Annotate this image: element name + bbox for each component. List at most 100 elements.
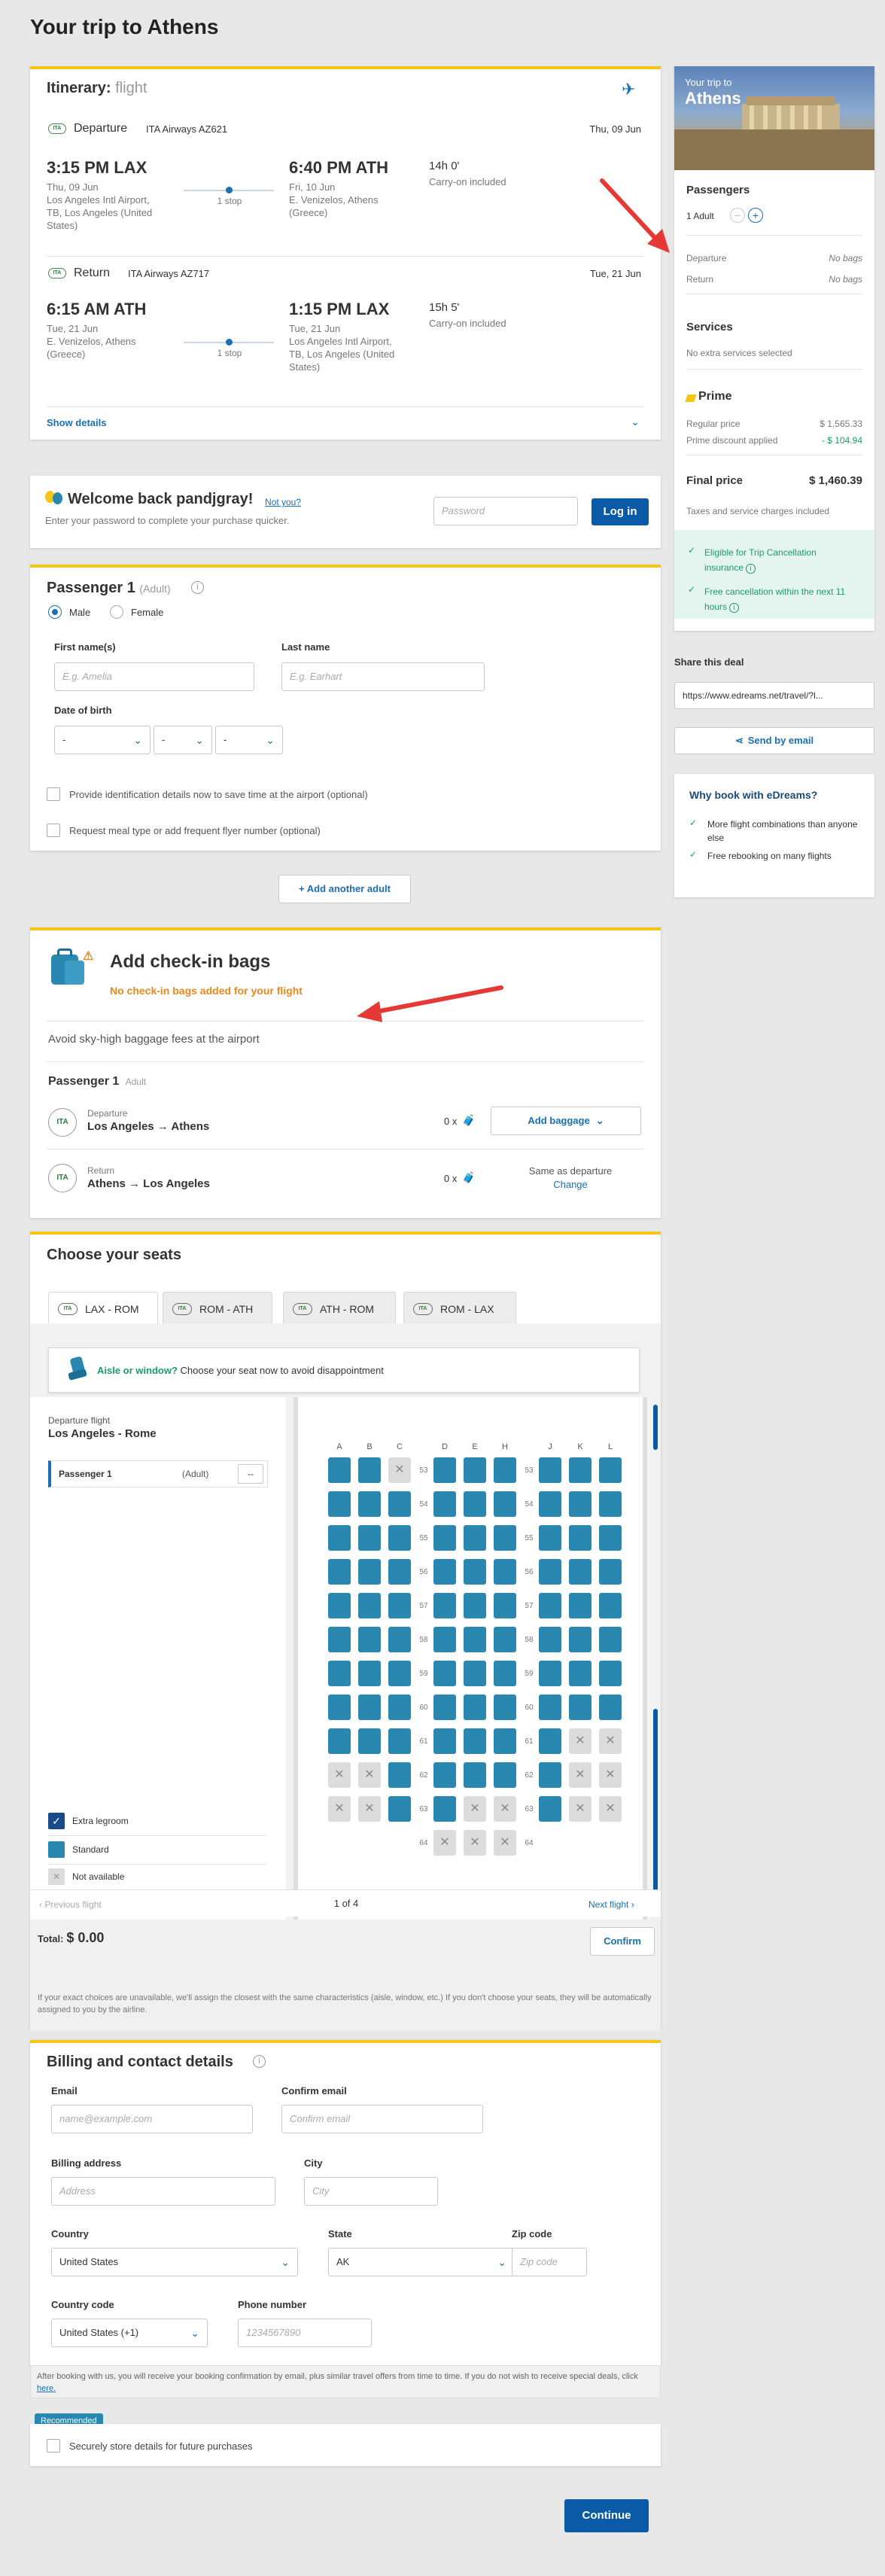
seat-available[interactable] bbox=[358, 1525, 381, 1551]
seat-available[interactable] bbox=[494, 1593, 516, 1618]
seat-available[interactable] bbox=[433, 1627, 456, 1652]
dob-month-select[interactable]: - ⌄ bbox=[154, 726, 212, 754]
last-name-input[interactable]: E.g. Earhart bbox=[281, 662, 485, 691]
seat-available[interactable] bbox=[388, 1762, 411, 1788]
seat-available[interactable] bbox=[358, 1627, 381, 1652]
seat-available[interactable] bbox=[539, 1457, 561, 1483]
seat-available[interactable] bbox=[494, 1762, 516, 1788]
seat-available[interactable] bbox=[494, 1728, 516, 1754]
chevron-down-icon[interactable]: ⌄ bbox=[631, 416, 640, 428]
id-details-checkbox[interactable] bbox=[47, 787, 60, 801]
share-url-input[interactable]: https://www.edreams.net/travel/?l... bbox=[674, 682, 874, 709]
minus-icon[interactable]: − bbox=[730, 208, 745, 223]
seat-available[interactable] bbox=[358, 1728, 381, 1754]
seat-available[interactable] bbox=[464, 1525, 486, 1551]
seat-available[interactable] bbox=[388, 1661, 411, 1686]
tab-lax-rom[interactable]: ITA LAX - ROM bbox=[48, 1292, 158, 1325]
tab-rom-ath[interactable]: ITA ROM - ATH bbox=[163, 1292, 272, 1325]
seat-available[interactable] bbox=[539, 1491, 561, 1517]
seat-available[interactable] bbox=[433, 1593, 456, 1618]
plus-icon[interactable]: + bbox=[748, 208, 763, 223]
prev-flight-link[interactable]: ‹ Previous flight bbox=[39, 1899, 102, 1910]
seat-available[interactable] bbox=[433, 1762, 456, 1788]
scrollbar[interactable] bbox=[653, 1709, 658, 1912]
country-select[interactable]: United States ⌄ bbox=[51, 2248, 298, 2276]
seat-available[interactable] bbox=[494, 1661, 516, 1686]
seat-available[interactable] bbox=[433, 1559, 456, 1585]
password-input[interactable]: Password bbox=[433, 497, 578, 525]
seat-available[interactable] bbox=[539, 1728, 561, 1754]
state-select[interactable]: AK ⌄ bbox=[328, 2248, 515, 2276]
seat-available[interactable] bbox=[388, 1525, 411, 1551]
tab-rom-lax[interactable]: ITA ROM - LAX bbox=[403, 1292, 516, 1325]
login-button[interactable]: Log in bbox=[592, 498, 649, 525]
seat-available[interactable] bbox=[328, 1627, 351, 1652]
meal-checkbox[interactable] bbox=[47, 824, 60, 837]
seat-available[interactable] bbox=[494, 1491, 516, 1517]
seat-available[interactable] bbox=[539, 1559, 561, 1585]
store-details-checkbox[interactable] bbox=[47, 2439, 60, 2453]
seat-available[interactable] bbox=[464, 1728, 486, 1754]
seat-available[interactable] bbox=[328, 1694, 351, 1720]
tab-ath-rom[interactable]: ITA ATH - ROM bbox=[283, 1292, 396, 1325]
seat-available[interactable] bbox=[494, 1559, 516, 1585]
country-code-select[interactable]: United States (+1) ⌄ bbox=[51, 2319, 208, 2347]
continue-button[interactable]: Continue bbox=[564, 2499, 649, 2532]
seat-available[interactable] bbox=[464, 1762, 486, 1788]
seat-available[interactable] bbox=[569, 1525, 592, 1551]
add-baggage-button[interactable]: Add baggage ⌄ bbox=[491, 1107, 641, 1135]
seat-available[interactable] bbox=[539, 1694, 561, 1720]
phone-input[interactable]: 1234567890 bbox=[238, 2319, 372, 2347]
seat-available[interactable] bbox=[433, 1661, 456, 1686]
change-link[interactable]: Change bbox=[518, 1179, 623, 1190]
seat-available[interactable] bbox=[388, 1593, 411, 1618]
seat-available[interactable] bbox=[328, 1559, 351, 1585]
seat-available[interactable] bbox=[539, 1762, 561, 1788]
seat-available[interactable] bbox=[539, 1525, 561, 1551]
send-email-button[interactable]: ⋖ Send by email bbox=[674, 727, 874, 754]
seat-available[interactable] bbox=[599, 1525, 622, 1551]
seat-available[interactable] bbox=[599, 1627, 622, 1652]
seat-available[interactable] bbox=[599, 1661, 622, 1686]
seat-available[interactable] bbox=[433, 1525, 456, 1551]
seat-available[interactable] bbox=[358, 1457, 381, 1483]
next-flight-link[interactable]: Next flight › bbox=[588, 1899, 634, 1910]
seat-available[interactable] bbox=[599, 1694, 622, 1720]
seat-available[interactable] bbox=[569, 1593, 592, 1618]
email-input[interactable]: name@example.com bbox=[51, 2105, 253, 2133]
seat-available[interactable] bbox=[433, 1491, 456, 1517]
seat-available[interactable] bbox=[388, 1559, 411, 1585]
seat-available[interactable] bbox=[599, 1457, 622, 1483]
seat-available[interactable] bbox=[328, 1491, 351, 1517]
seat-available[interactable] bbox=[569, 1627, 592, 1652]
not-you-link[interactable]: Not you? bbox=[265, 497, 301, 507]
seat-available[interactable] bbox=[569, 1457, 592, 1483]
seat-available[interactable] bbox=[464, 1559, 486, 1585]
seat-available[interactable] bbox=[494, 1457, 516, 1483]
seat-available[interactable] bbox=[358, 1661, 381, 1686]
dob-year-select[interactable]: - ⌄ bbox=[215, 726, 283, 754]
seat-available[interactable] bbox=[433, 1728, 456, 1754]
seat-available[interactable] bbox=[494, 1694, 516, 1720]
seat-passenger-row[interactable]: Passenger 1 (Adult) -- bbox=[48, 1460, 268, 1487]
city-input[interactable]: City bbox=[304, 2177, 438, 2206]
female-radio[interactable] bbox=[110, 605, 123, 619]
seat-available[interactable] bbox=[539, 1661, 561, 1686]
seat-available[interactable] bbox=[599, 1593, 622, 1618]
notice-link[interactable]: here. bbox=[37, 2384, 56, 2393]
confirm-email-input[interactable]: Confirm email bbox=[281, 2105, 483, 2133]
seat-available[interactable] bbox=[569, 1694, 592, 1720]
seat-available[interactable] bbox=[328, 1728, 351, 1754]
seat-available[interactable] bbox=[433, 1457, 456, 1483]
first-name-input[interactable]: E.g. Amelia bbox=[54, 662, 254, 691]
seat-available[interactable] bbox=[433, 1694, 456, 1720]
seat-available[interactable] bbox=[388, 1694, 411, 1720]
seat-available[interactable] bbox=[464, 1661, 486, 1686]
seat-available[interactable] bbox=[539, 1593, 561, 1618]
scrollbar[interactable] bbox=[653, 1405, 658, 1450]
seat-available[interactable] bbox=[328, 1525, 351, 1551]
seat-available[interactable] bbox=[388, 1728, 411, 1754]
seat-available[interactable] bbox=[569, 1661, 592, 1686]
seat-available[interactable] bbox=[599, 1559, 622, 1585]
seat-available[interactable] bbox=[464, 1694, 486, 1720]
